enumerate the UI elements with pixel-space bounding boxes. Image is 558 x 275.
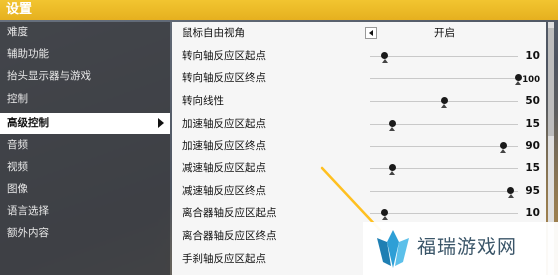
watermark-logo-icon xyxy=(377,230,409,268)
watermark-text: 福瑞游戏网 xyxy=(417,236,518,258)
watermark: 福瑞游戏网 xyxy=(363,222,558,275)
